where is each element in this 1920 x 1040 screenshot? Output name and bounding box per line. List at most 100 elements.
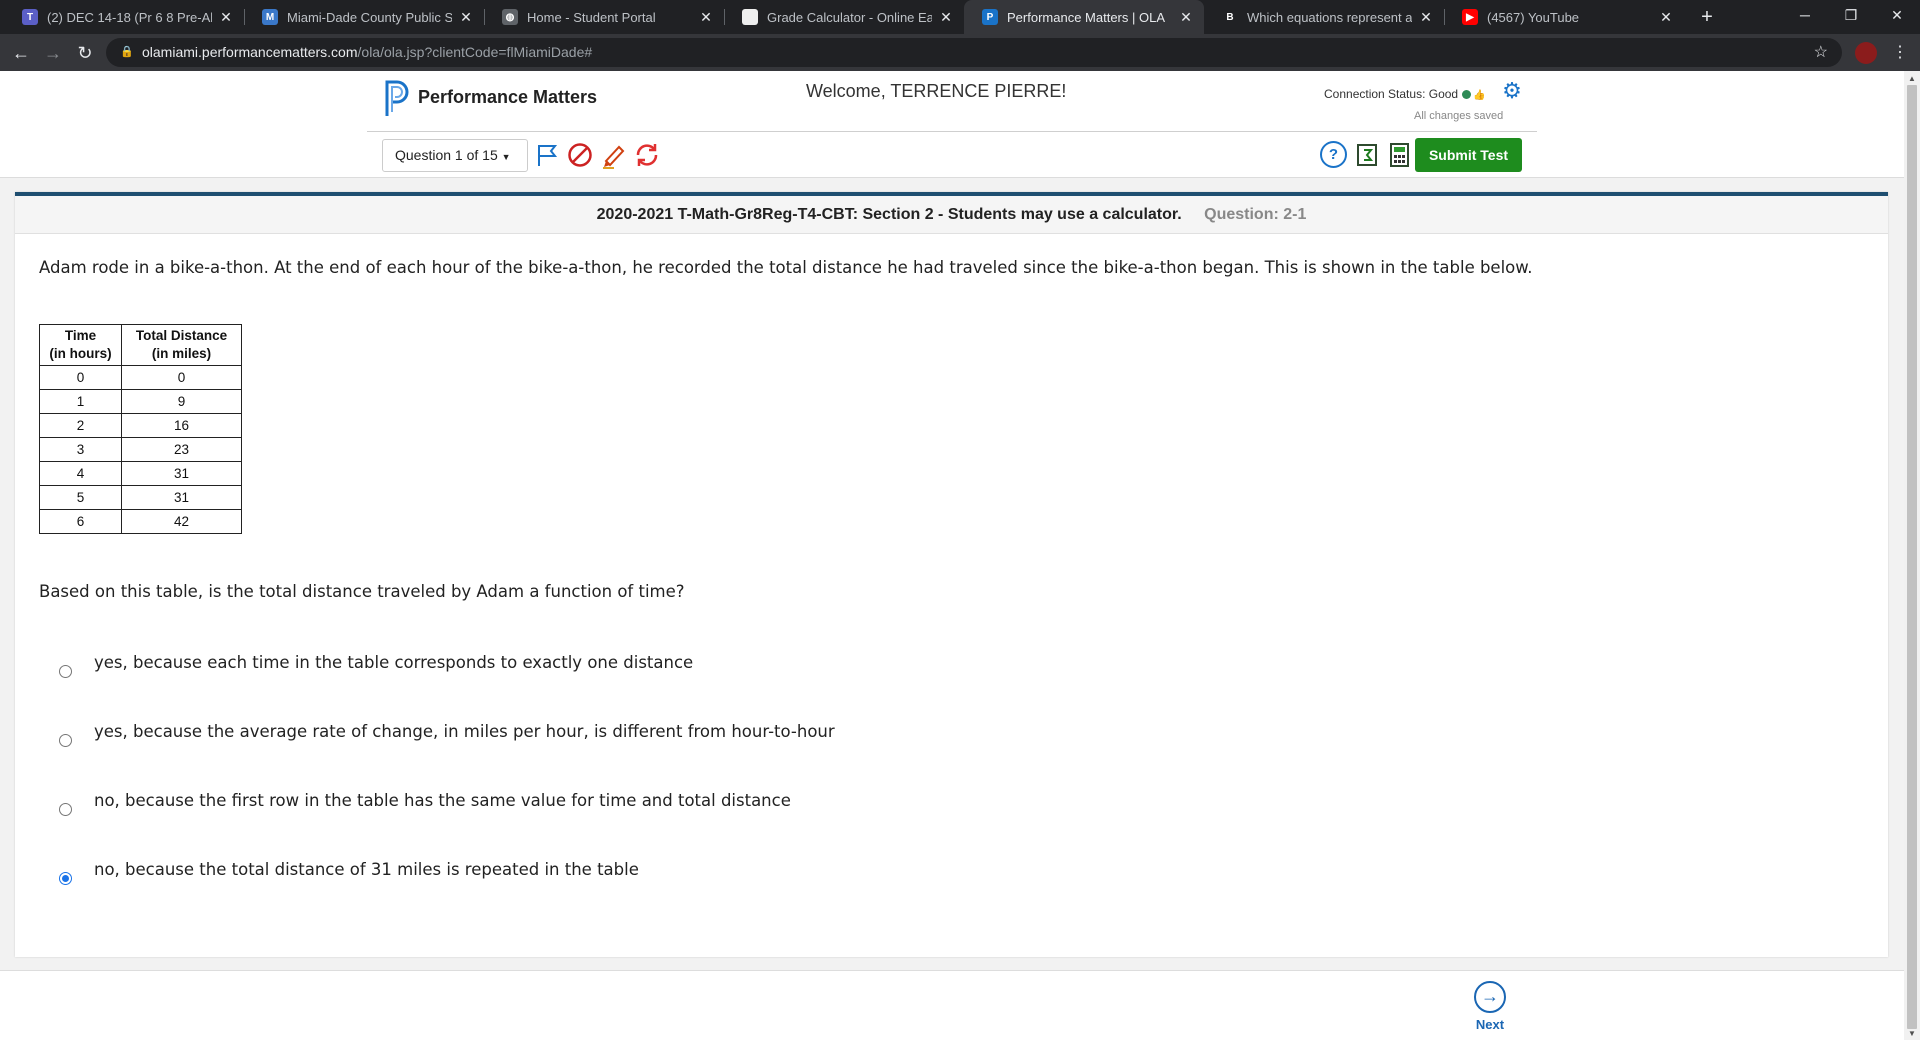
formula-sheet-icon[interactable] [1354,141,1382,169]
eliminate-choice-icon[interactable] [566,141,594,169]
next-arrow-icon[interactable]: → [1474,981,1506,1013]
tab-title: Home - Student Portal [527,9,656,25]
scroll-down-arrow-icon[interactable]: ▼ [1908,1029,1916,1038]
distance-cell: 42 [121,509,242,534]
question-selector-label: Question 1 of 15 [395,147,498,163]
close-tab-icon[interactable]: ✕ [458,9,474,26]
close-tab-icon[interactable]: ✕ [1178,9,1194,26]
profile-avatar[interactable] [1855,42,1877,64]
highlighter-icon[interactable] [600,141,628,169]
help-icon[interactable]: ? [1320,141,1347,168]
distance-cell: 31 [121,485,242,510]
answer-choice-c[interactable]: no, because the first row in the table h… [39,791,1239,829]
brainly-icon: B [1222,9,1238,25]
answer-choice-b[interactable]: yes, because the average rate of change,… [39,722,1239,760]
time-cell: 2 [39,413,122,438]
tab-separator [244,9,245,25]
close-tab-icon[interactable]: ✕ [938,9,954,26]
question-number: Question: 2-1 [1204,206,1307,223]
question-selector[interactable]: Question 1 of 15 ▼ [382,139,528,172]
reload-icon[interactable]: ↻ [72,40,98,66]
browser-tab[interactable]: ◍ Home - Student Portal ✕ [484,0,724,34]
logo-text: Performance Matters [418,87,598,107]
section-header: 2020-2021 T-Math-Gr8Reg-T4-CBT: Section … [15,196,1888,234]
welcome-message: Welcome, TERRENCE PIERRE! [806,81,1067,101]
browser-tab[interactable]: T (2) DEC 14-18 (Pr 6 8 Pre-Algebra ✕ [4,0,244,34]
next-button[interactable]: Next [1474,1017,1506,1032]
caret-down-icon: ▼ [501,152,511,162]
calculator-icon[interactable] [1386,141,1414,169]
thumbs-up-icon: 👍 [1473,90,1486,101]
flag-icon[interactable] [533,141,561,169]
restore-window-button[interactable]: ❐ [1828,0,1874,34]
table-row: 19 [39,389,242,414]
calculator-icon [742,9,758,25]
distance-cell: 31 [121,461,242,486]
close-tab-icon[interactable]: ✕ [1658,9,1674,26]
forward-arrow-icon[interactable]: → [40,40,66,66]
choice-text[interactable]: no, because the first row in the table h… [94,791,791,810]
close-tab-icon[interactable]: ✕ [1418,9,1434,26]
answer-choice-d[interactable]: no, because the total distance of 31 mil… [39,860,1239,898]
lock-icon: 🔒 [120,46,134,58]
reset-icon[interactable] [633,141,661,169]
column-header-distance: Total Distance (in miles) [121,324,242,366]
answer-choice-a[interactable]: yes, because each time in the table corr… [39,653,1239,691]
performance-matters-icon: P [982,9,998,25]
connection-status: Connection Status: Good 👍 [1324,87,1486,101]
choice-text[interactable]: yes, because each time in the table corr… [94,653,693,672]
section-title: 2020-2021 T-Math-Gr8Reg-T4-CBT: Section … [596,206,1182,223]
question-stem: Adam rode in a bike-a-thon. At the end o… [39,258,1533,277]
browser-tab[interactable]: P Performance Matters | OLA ✕ [964,0,1204,34]
tab-title: Grade Calculator - Online Easy Grade [767,9,932,25]
distance-cell: 23 [121,437,242,462]
distance-cell: 0 [121,365,242,390]
choice-text[interactable]: yes, because the average rate of change,… [94,722,835,741]
question-card: 2020-2021 T-Math-Gr8Reg-T4-CBT: Section … [15,192,1888,957]
browser-tab[interactable]: ▶ (4567) YouTube ✕ [1444,0,1684,34]
tab-separator [484,9,485,25]
saved-status: All changes saved [1414,110,1504,122]
url-path: /ola/ola.jsp?clientCode=flMiamiDade# [357,44,593,60]
school-logo-icon: M [262,9,278,25]
radio-button[interactable] [59,734,72,747]
browser-menu-icon[interactable]: ⋮ [1890,40,1910,66]
scrollbar-thumb[interactable] [1907,85,1917,1029]
radio-button[interactable] [59,872,72,885]
question-prompt: Based on this table, is the total distan… [39,582,685,601]
close-window-button[interactable]: ✕ [1874,0,1920,34]
browser-tab[interactable]: Grade Calculator - Online Easy Grade ✕ [724,0,964,34]
table-row: 3 23 [39,437,242,462]
radio-button[interactable] [59,803,72,816]
close-tab-icon[interactable]: ✕ [218,9,234,26]
page-scrollbar[interactable]: ▲ ▼ [1904,71,1920,1040]
tab-title: (2) DEC 14-18 (Pr 6 8 Pre-Algebra [47,9,212,25]
table-row: 6 42 [39,509,242,534]
radio-button[interactable] [59,665,72,678]
table-header-row: Time (in hours) Total Distance (in miles… [39,324,242,366]
table-row: 4 31 [39,461,242,486]
teams-icon: T [22,9,38,25]
scroll-up-arrow-icon[interactable]: ▲ [1908,74,1916,83]
minimize-window-button[interactable]: ─ [1782,0,1828,34]
new-tab-button[interactable]: + [1695,5,1719,29]
performance-matters-logo-icon [385,80,409,116]
app-header: Performance Matters Welcome, TERRENCE PI… [0,71,1904,178]
submit-test-button[interactable]: Submit Test [1415,138,1522,172]
gear-icon[interactable]: ⚙ [1500,79,1524,103]
tab-title: Miami-Dade County Public Schools [287,9,452,25]
time-cell: 5 [39,485,122,510]
time-cell: 1 [39,389,122,414]
tab-title: (4567) YouTube [1487,9,1580,25]
address-bar[interactable]: 🔒 olamiami.performancematters.com/ola/ol… [106,38,1842,67]
choice-text[interactable]: no, because the total distance of 31 mil… [94,860,639,879]
table-row: 00 [39,365,242,390]
browser-tab[interactable]: M Miami-Dade County Public Schools ✕ [244,0,484,34]
browser-tab[interactable]: B Which equations represent a relation ✕ [1204,0,1444,34]
bookmark-star-icon[interactable]: ☆ [1814,38,1828,67]
time-cell: 3 [39,437,122,462]
close-tab-icon[interactable]: ✕ [698,9,714,26]
browser-toolbar: ← → ↻ 🔒 olamiami.performancematters.com/… [0,34,1920,71]
youtube-icon: ▶ [1462,9,1478,25]
back-arrow-icon[interactable]: ← [8,40,34,66]
